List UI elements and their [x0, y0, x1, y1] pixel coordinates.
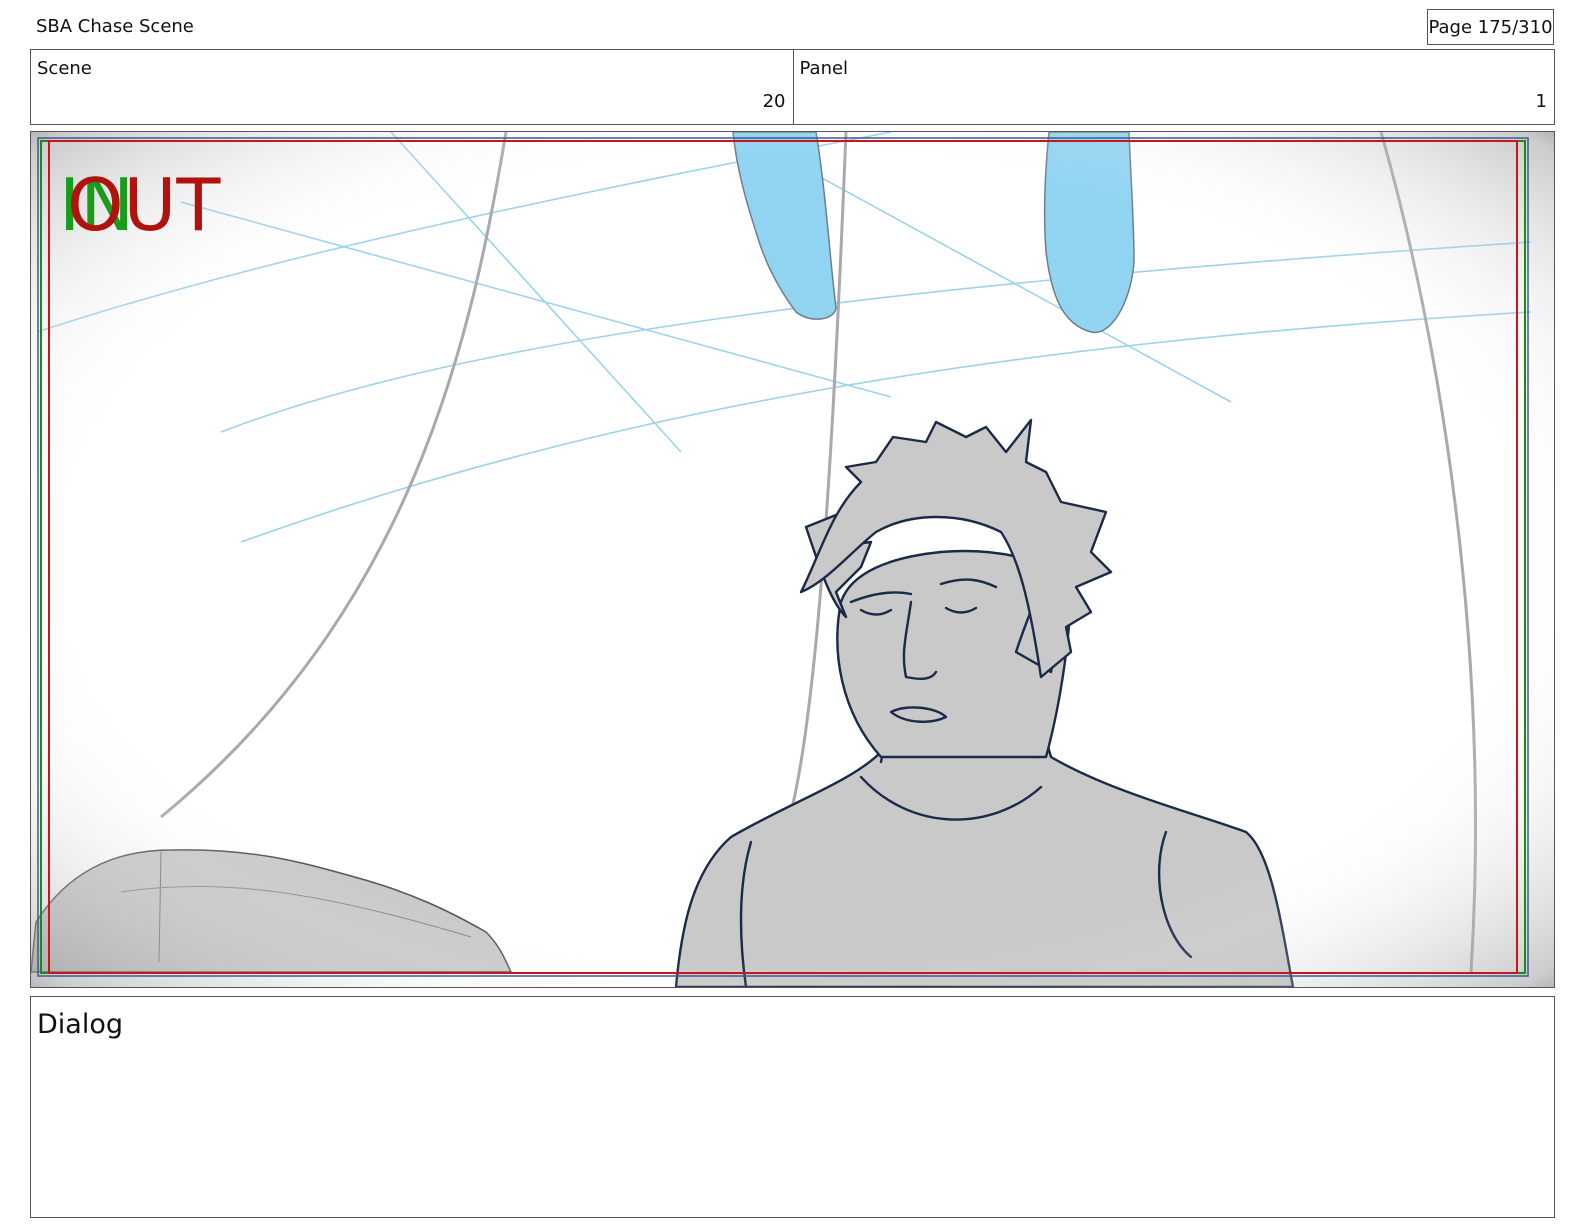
- out-marker: OUT: [67, 163, 221, 247]
- panel-number: 1: [1535, 91, 1547, 112]
- panel-cell: Panel 1: [792, 50, 1555, 124]
- project-title: SBA Chase Scene: [36, 16, 194, 37]
- panel-drawing: IN OUT: [31, 132, 1554, 987]
- vignette: [31, 132, 1554, 987]
- dialog-box: Dialog: [30, 996, 1555, 1218]
- panel-label: Panel: [799, 58, 849, 79]
- scene-cell: Scene 20: [31, 50, 793, 124]
- scene-panel-info-row: Scene 20 Panel 1: [30, 49, 1555, 125]
- scene-number: 20: [762, 91, 786, 112]
- dialog-label: Dialog: [37, 1009, 123, 1040]
- scene-label: Scene: [37, 58, 92, 79]
- page-indicator: Page 175/310: [1427, 9, 1554, 45]
- storyboard-panel: IN OUT: [30, 131, 1555, 988]
